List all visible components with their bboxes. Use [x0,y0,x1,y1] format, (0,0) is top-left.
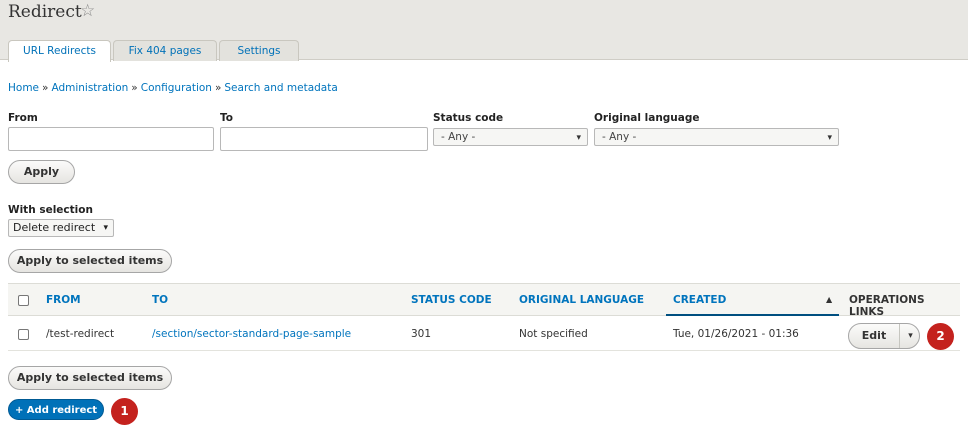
breadcrumb-separator: » [42,82,49,94]
bulk-action-value: Delete redirect [13,221,96,234]
page-title: Redirect [8,2,82,22]
row-checkbox[interactable] [18,329,29,340]
callout-badge-1: 1 [111,398,138,425]
column-operations: OPERATIONS LINKS [849,294,925,318]
select-all-checkbox[interactable] [18,295,29,306]
chevron-down-icon: ▾ [827,133,832,143]
with-selection-label: With selection [8,204,93,216]
chevron-down-icon: ▾ [576,133,581,143]
row-status-code: 301 [411,328,432,340]
breadcrumb-search-and-metadata[interactable]: Search and metadata [224,82,337,94]
row-language: Not specified [519,328,588,340]
column-original-language[interactable]: ORIGINAL LANGUAGE [519,294,644,306]
original-language-value: - Any - [602,131,637,143]
tab-fix-404-pages[interactable]: Fix 404 pages [113,40,217,61]
breadcrumb-home[interactable]: Home [8,82,39,94]
row-to-link[interactable]: /section/sector-standard-page-sample [152,328,351,340]
apply-to-selected-top-button[interactable]: Apply to selected items [8,249,172,273]
breadcrumb: Home» Administration» Configuration» Search… [8,82,338,94]
apply-filter-button[interactable]: Apply [8,160,75,184]
column-from[interactable]: FROM [46,294,81,306]
page-header: Redirect ☆ URL Redirects Fix 404 pages S… [0,0,968,62]
chevron-down-icon[interactable]: ▾ [901,324,920,348]
table-row: /test-redirect /section/sector-standard-… [8,316,960,351]
edit-button[interactable]: Edit [849,324,900,348]
table-header: FROM TO STATUS CODE ORIGINAL LANGUAGE CR… [8,283,960,318]
row-created: Tue, 01/26/2021 - 01:36 [673,328,799,340]
status-code-select[interactable]: - Any - ▾ [433,128,588,146]
breadcrumb-administration[interactable]: Administration [51,82,128,94]
apply-to-selected-bottom-button[interactable]: Apply to selected items [8,366,172,390]
column-status-code[interactable]: STATUS CODE [411,294,492,306]
add-redirect-button[interactable]: + Add redirect [8,399,104,420]
to-label: To [220,112,233,124]
star-icon[interactable]: ☆ [80,1,95,21]
original-language-select[interactable]: - Any - ▾ [594,128,839,146]
chevron-down-icon: ▾ [103,223,108,233]
column-to[interactable]: TO [152,294,168,306]
primary-tabs: URL Redirects Fix 404 pages Settings [8,40,301,62]
to-input[interactable] [220,127,428,151]
callout-badge-2: 2 [927,323,954,350]
breadcrumb-separator: » [214,82,222,94]
from-input[interactable] [8,127,214,151]
status-code-value: - Any - [441,131,476,143]
from-label: From [8,112,38,124]
bulk-action-select[interactable]: Delete redirect ▾ [8,219,114,237]
status-code-label: Status code [433,112,504,124]
breadcrumb-configuration[interactable]: Configuration [141,82,212,94]
operations-dropbutton: Edit ▾ [848,323,920,349]
original-language-label: Original language [594,112,700,124]
column-created[interactable]: CREATED [673,294,726,306]
breadcrumb-separator: » [131,82,138,94]
tab-url-redirects[interactable]: URL Redirects [8,40,111,62]
tab-settings[interactable]: Settings [219,40,299,61]
row-from: /test-redirect [46,328,115,340]
sort-ascending-icon: ▲ [826,295,833,304]
